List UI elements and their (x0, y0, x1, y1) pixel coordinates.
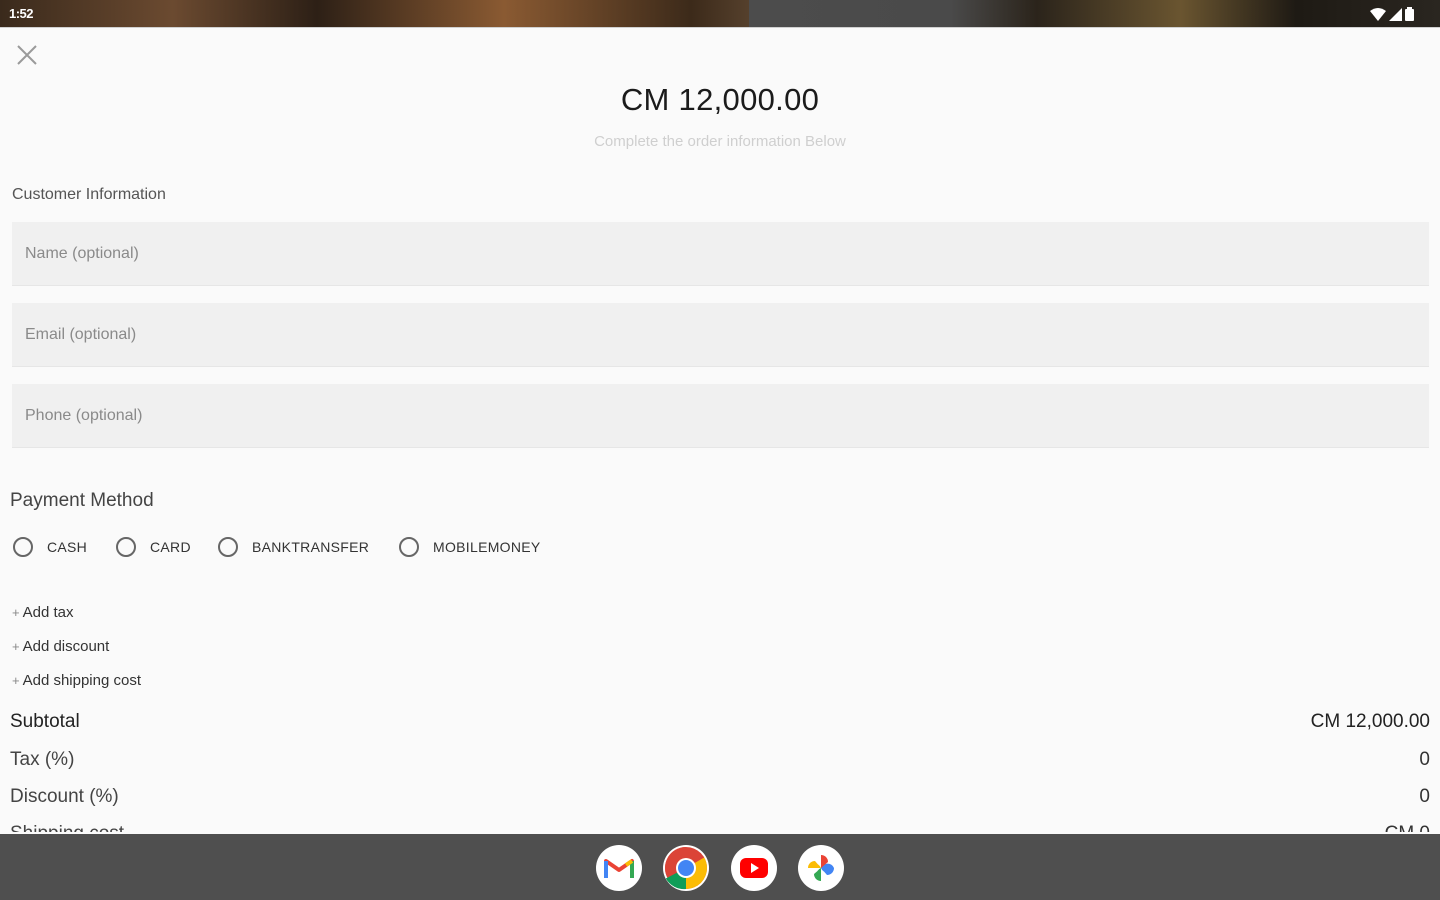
payment-option-mobilemoney[interactable]: MOBILEMONEY (399, 536, 541, 558)
subtotal-row: Subtotal CM 12,000.00 (10, 711, 1430, 733)
payment-option-cash[interactable]: CASH (13, 536, 87, 558)
close-button[interactable] (14, 42, 40, 68)
wifi-icon (1370, 7, 1386, 21)
chrome-icon[interactable] (663, 845, 709, 891)
status-time: 1:52 (9, 6, 34, 21)
email-input[interactable] (12, 303, 1429, 366)
photos-icon[interactable] (798, 845, 844, 891)
subtotal-label: Subtotal (10, 711, 80, 732)
add-discount-link[interactable]: + Add discount (12, 638, 109, 655)
order-subtitle: Complete the order information Below (594, 133, 846, 150)
payment-option-label: CARD (150, 539, 191, 555)
payment-option-label: BANKTRANSFER (252, 539, 370, 555)
shipping-row: Shipping cost CM 0 (10, 823, 1430, 832)
youtube-icon[interactable] (731, 845, 777, 891)
add-tax-link[interactable]: + Add tax (12, 604, 73, 621)
tax-value: 0 (1419, 749, 1430, 770)
add-discount-label: Add discount (22, 638, 110, 655)
discount-label: Discount (%) (10, 786, 119, 807)
radio-circle-icon (399, 537, 419, 557)
add-shipping-label: Add shipping cost (22, 672, 142, 689)
close-icon (17, 45, 37, 65)
payment-option-card[interactable]: CARD (116, 536, 191, 558)
signal-icon (1389, 7, 1402, 21)
name-field-container (12, 222, 1429, 286)
gmail-icon[interactable] (596, 845, 642, 891)
payment-option-banktransfer[interactable]: BANKTRANSFER (218, 536, 369, 558)
status-bar: 1:52 (0, 0, 1440, 28)
discount-row: Discount (%) 0 (10, 786, 1430, 808)
battery-icon (1405, 7, 1414, 21)
subtotal-value: CM 12,000.00 (1310, 711, 1430, 732)
add-tax-label: Add tax (22, 604, 74, 621)
plus-icon: + (12, 673, 20, 688)
name-input[interactable] (12, 222, 1429, 285)
phone-field-container (12, 384, 1429, 448)
radio-circle-icon (218, 537, 238, 557)
add-shipping-link[interactable]: + Add shipping cost (12, 672, 141, 689)
tax-label: Tax (%) (10, 749, 75, 770)
status-icons (1370, 7, 1414, 21)
order-amount: CM 12,000.00 (620, 82, 820, 117)
customer-information-label: Customer Information (12, 186, 166, 203)
payment-option-label: CASH (47, 539, 88, 555)
radio-circle-icon (13, 537, 33, 557)
shipping-value: CM 0 (1385, 823, 1430, 832)
discount-value: 0 (1419, 786, 1430, 807)
taskbar (0, 834, 1440, 900)
radio-circle-icon (116, 537, 136, 557)
phone-input[interactable] (12, 384, 1429, 447)
plus-icon: + (12, 605, 20, 620)
plus-icon: + (12, 639, 20, 654)
tax-row: Tax (%) 0 (10, 749, 1430, 771)
payment-method-label: Payment Method (10, 490, 154, 511)
email-field-container (12, 303, 1429, 367)
payment-option-label: MOBILEMONEY (433, 539, 541, 555)
shipping-label: Shipping cost (10, 823, 124, 832)
